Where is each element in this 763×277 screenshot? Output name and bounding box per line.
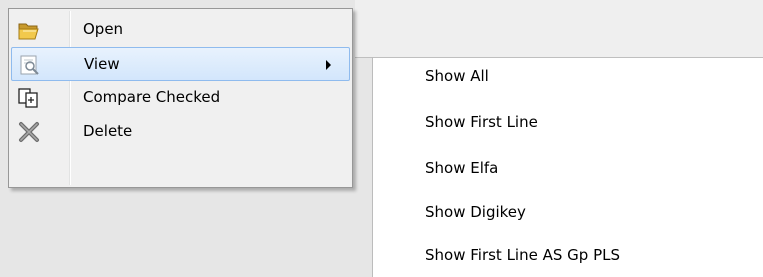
- menu-item-view-label: View: [84, 55, 120, 73]
- menu-item-compare-checked-label: Compare Checked: [83, 88, 221, 106]
- submenu-item-show-first-line[interactable]: Show First Line: [425, 113, 538, 131]
- submenu-arrow-icon: [326, 60, 331, 70]
- submenu-item-show-digikey[interactable]: Show Digikey: [425, 203, 526, 221]
- menu-item-open-label: Open: [83, 20, 124, 38]
- view-icon: [18, 54, 42, 76]
- menu-item-open[interactable]: Open: [11, 13, 350, 47]
- menu-item-delete[interactable]: Delete: [11, 115, 350, 149]
- menu-item-delete-label: Delete: [83, 122, 133, 140]
- submenu-item-show-elfa[interactable]: Show Elfa: [425, 159, 498, 177]
- context-menu: Open View Compare Checked Delete: [8, 8, 353, 188]
- menu-item-view[interactable]: View: [11, 47, 350, 81]
- open-folder-icon: [17, 19, 41, 41]
- header-strip: [355, 0, 763, 58]
- delete-x-icon: [17, 121, 41, 143]
- submenu-item-show-first-line-as-gp-pls[interactable]: Show First Line AS Gp PLS: [425, 246, 620, 264]
- submenu-item-show-all[interactable]: Show All: [425, 67, 489, 85]
- compare-icon: [17, 87, 41, 109]
- menu-item-compare-checked[interactable]: Compare Checked: [11, 81, 350, 115]
